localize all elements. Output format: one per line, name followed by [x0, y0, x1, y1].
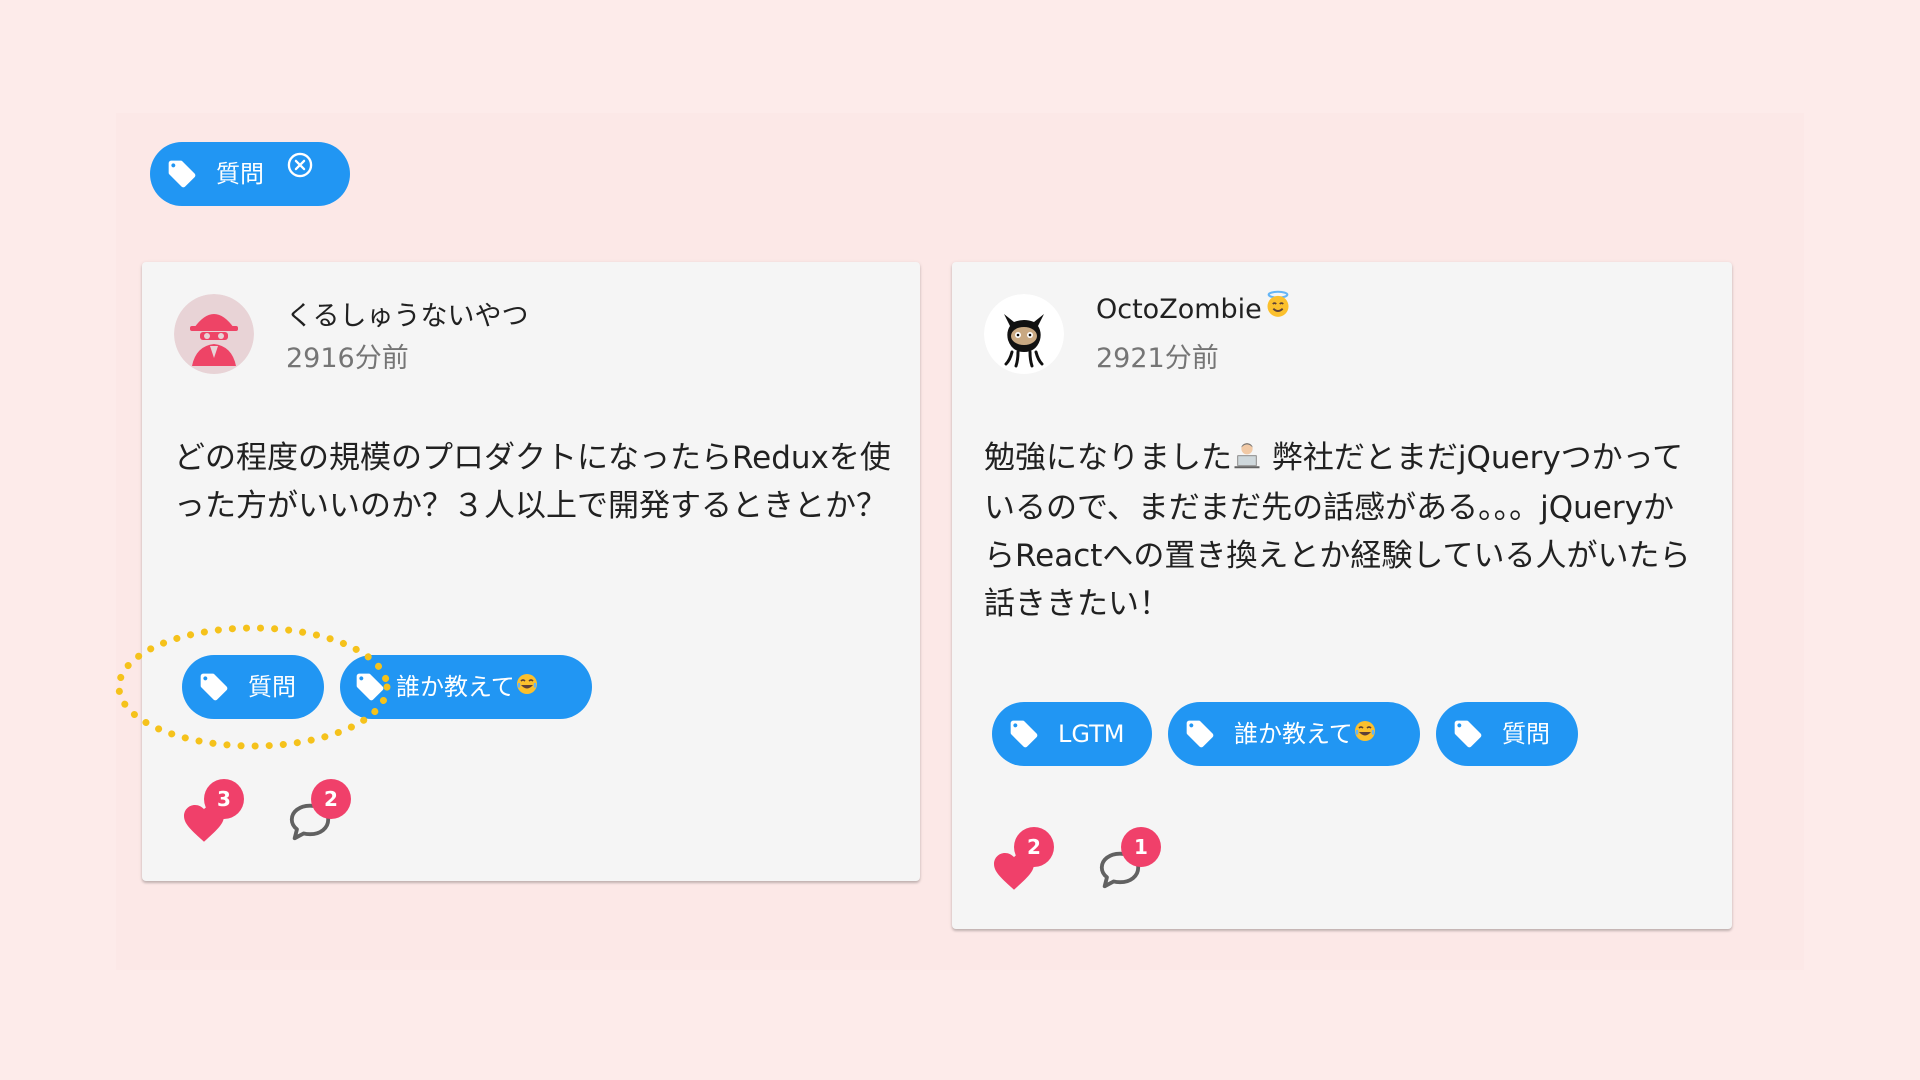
post-body: 勉強になりました 弊社だとまだjQueryつかっているので、まだまだ先の話感があ… — [984, 434, 1704, 628]
tag-chip-label: 誰か教えて — [396, 673, 515, 701]
spy-avatar-icon[interactable] — [174, 294, 254, 374]
tears-of-joy-emoji-icon — [1353, 719, 1377, 749]
tag-chip[interactable]: 誰か教えて — [340, 655, 592, 719]
tag-chip-label: 誰か教えて — [1234, 720, 1353, 748]
comment-button[interactable]: 1 — [1097, 827, 1161, 891]
laptop-person-emoji-icon — [1232, 436, 1262, 484]
comment-count-badge: 1 — [1121, 827, 1161, 867]
tears-of-joy-emoji-icon — [515, 672, 539, 702]
post-username[interactable]: OctoZombie — [1096, 290, 1292, 325]
close-circle-icon[interactable] — [286, 151, 314, 179]
tag-chip-label: 質問 — [1502, 720, 1550, 748]
tag-icon — [1184, 718, 1216, 750]
tag-chip-label: LGTM — [1058, 720, 1125, 748]
octocat-avatar-icon[interactable] — [984, 294, 1064, 374]
post-body-part: 勉強になりました — [984, 440, 1232, 476]
like-button[interactable]: 2 — [990, 827, 1054, 891]
halo-smile-emoji-icon — [1264, 290, 1292, 325]
post-username[interactable]: くるしゅうないやつ — [286, 294, 528, 333]
active-filter-chip[interactable]: 質問 — [150, 142, 350, 206]
tag-chip-label: 質問 — [248, 673, 296, 701]
tag-icon — [1452, 718, 1484, 750]
like-button[interactable]: 3 — [180, 779, 244, 843]
tag-chip[interactable]: LGTM — [992, 702, 1152, 766]
tag-icon — [198, 671, 230, 703]
post-timestamp: 2916分前 — [286, 343, 409, 374]
tag-chip[interactable]: 質問 — [1436, 702, 1578, 766]
tag-icon — [166, 158, 198, 190]
like-count-badge: 3 — [204, 779, 244, 819]
post-username-text: OctoZombie — [1096, 294, 1262, 325]
tag-icon — [1008, 718, 1040, 750]
comment-button[interactable]: 2 — [287, 779, 351, 843]
comment-count-badge: 2 — [311, 779, 351, 819]
post-card: くるしゅうないやつ 2916分前 どの程度の規模のプロダクトになったらRedux… — [142, 262, 920, 881]
tag-chip[interactable]: 質問 — [182, 655, 324, 719]
like-count-badge: 2 — [1014, 827, 1054, 867]
tag-chip[interactable]: 誰か教えて — [1168, 702, 1420, 766]
post-card: OctoZombie 2921分前 勉強になりました 弊社だとまだjQueryつ… — [952, 262, 1732, 929]
post-body: どの程度の規模のプロダクトになったらReduxを使った方がいいのか？３人以上で開… — [174, 440, 891, 524]
post-timestamp: 2921分前 — [1096, 343, 1219, 374]
tag-icon — [354, 671, 386, 703]
filter-chip-label: 質問 — [216, 160, 264, 188]
